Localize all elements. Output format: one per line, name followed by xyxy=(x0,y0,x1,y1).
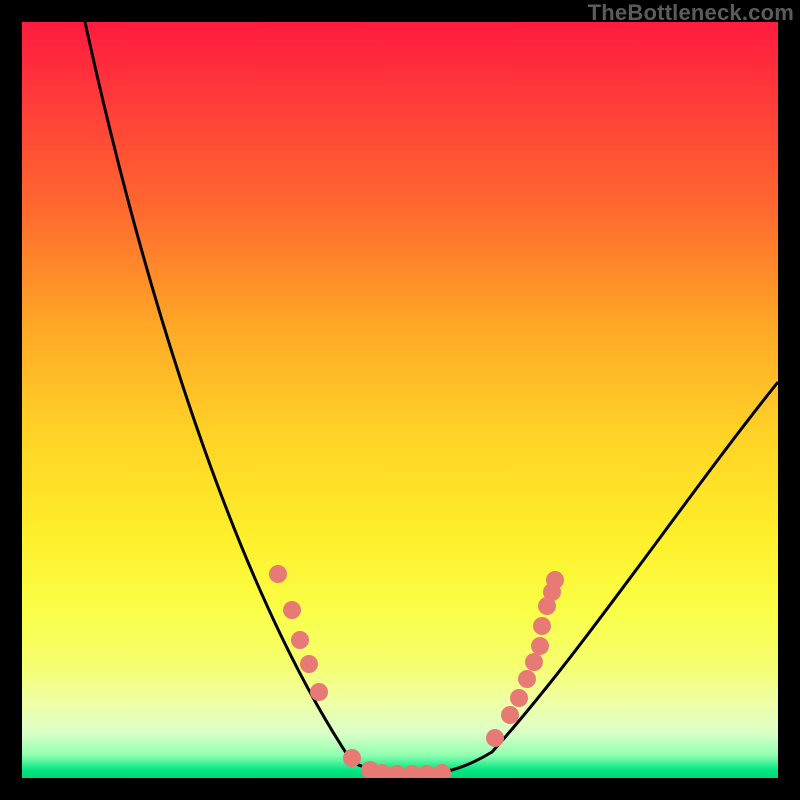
data-dot xyxy=(433,764,451,778)
curve-right xyxy=(417,382,778,774)
data-dot xyxy=(343,749,361,767)
data-dot xyxy=(283,601,301,619)
data-dot xyxy=(531,637,549,655)
watermark-text: TheBottleneck.com xyxy=(588,0,794,26)
data-dot xyxy=(300,655,318,673)
data-dot xyxy=(525,653,543,671)
data-dot xyxy=(546,571,564,589)
data-dot xyxy=(291,631,309,649)
data-dot xyxy=(510,689,528,707)
data-dot xyxy=(518,670,536,688)
data-dot xyxy=(501,706,519,724)
data-dot xyxy=(269,565,287,583)
curve-left xyxy=(85,22,417,774)
data-dot xyxy=(486,729,504,747)
data-dot xyxy=(310,683,328,701)
data-dots xyxy=(269,565,564,778)
chart-svg xyxy=(22,22,778,778)
data-dot xyxy=(533,617,551,635)
plot-area xyxy=(22,22,778,778)
